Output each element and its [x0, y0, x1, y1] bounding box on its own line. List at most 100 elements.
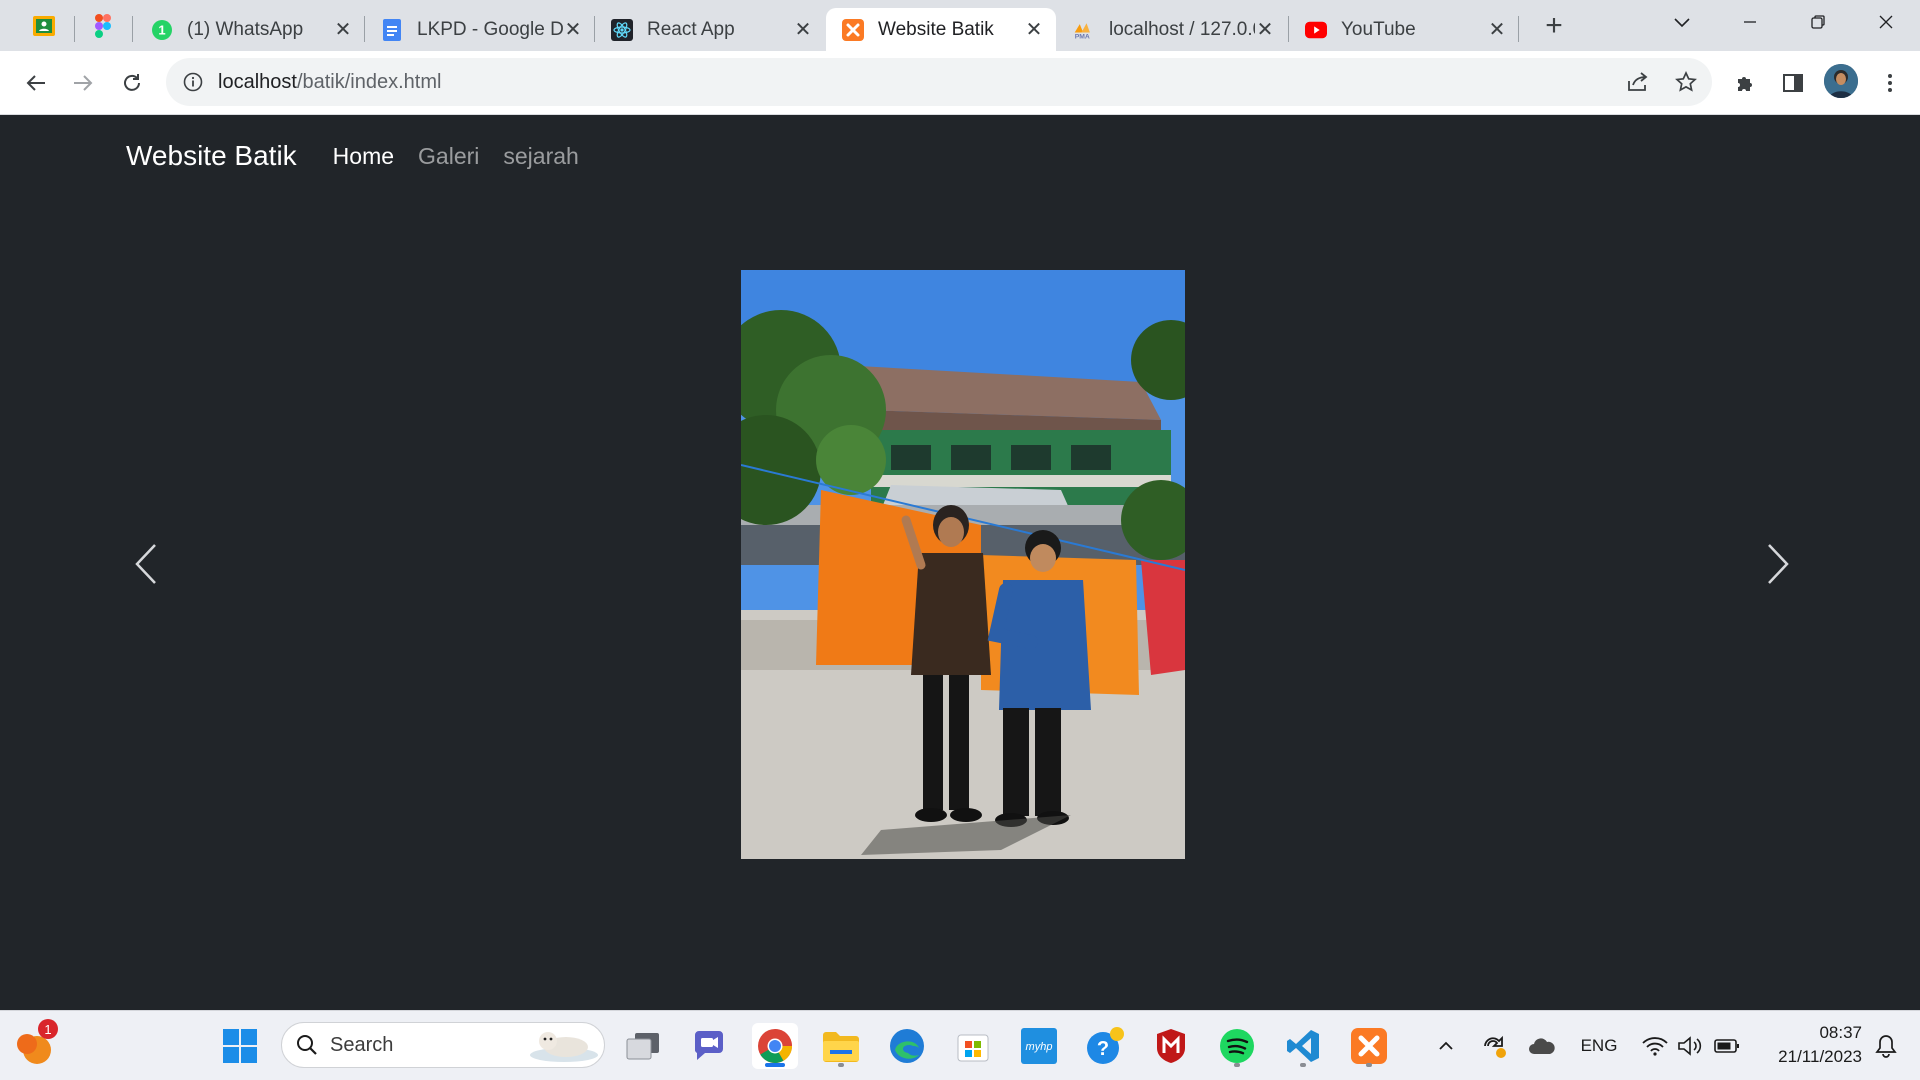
tab-phpmyadmin[interactable]: PMA localhost / 127.0.0.1 ✕ [1057, 8, 1287, 51]
carousel-prev-button[interactable] [116, 524, 176, 604]
minimize-icon [1744, 21, 1756, 23]
close-tab-icon[interactable]: ✕ [333, 19, 353, 41]
close-tab-icon[interactable]: ✕ [793, 19, 813, 41]
close-tab-icon[interactable]: ✕ [563, 19, 583, 41]
browser-toolbar: localhost/batik/index.html [0, 51, 1920, 115]
tab-title: LKPD - Google Docs [417, 18, 563, 40]
battery-button[interactable] [1712, 1029, 1742, 1063]
taskbar-vscode[interactable] [1280, 1023, 1326, 1069]
new-tab-button[interactable]: + [1538, 9, 1570, 42]
close-tab-icon[interactable]: ✕ [1487, 19, 1507, 41]
share-button[interactable] [1624, 68, 1652, 96]
carousel-next-button[interactable] [1748, 524, 1808, 604]
taskbar-myhp[interactable]: myhp [1016, 1023, 1062, 1069]
search-highlight-seal-icon [530, 1032, 598, 1062]
edge-icon [890, 1029, 924, 1063]
pinned-tab-figma[interactable] [80, 8, 126, 44]
start-button[interactable] [217, 1023, 263, 1069]
taskbar-mcafee[interactable] [1148, 1023, 1194, 1069]
tab-website-batik[interactable]: Website Batik ✕ [826, 8, 1056, 51]
minimize-button[interactable] [1728, 6, 1772, 38]
language-indicator[interactable]: ENG [1576, 1029, 1622, 1063]
tab-whatsapp[interactable]: 1 (1) WhatsApp ✕ [135, 8, 365, 51]
tab-react-app[interactable]: React App ✕ [595, 8, 825, 51]
tab-youtube[interactable]: YouTube ✕ [1289, 8, 1519, 51]
star-icon [1675, 71, 1697, 92]
taskbar-get-help[interactable]: ? [1082, 1023, 1128, 1069]
tab-search-button[interactable] [1660, 6, 1704, 38]
back-button[interactable] [18, 65, 54, 101]
xampp-icon [1351, 1028, 1387, 1064]
side-panel-button[interactable] [1775, 65, 1811, 101]
google-classroom-icon [33, 16, 55, 36]
task-view-button[interactable] [620, 1023, 666, 1069]
svg-text:myhp: myhp [1026, 1041, 1053, 1053]
close-tab-icon[interactable]: ✕ [1255, 19, 1275, 41]
tab-lkpd-google-docs[interactable]: LKPD - Google Docs ✕ [365, 8, 595, 51]
onedrive-button[interactable] [1526, 1029, 1558, 1063]
extensions-button[interactable] [1728, 65, 1764, 101]
taskbar-clock[interactable]: 08:37 21/11/2023 [1752, 1021, 1862, 1069]
carousel-slide-image [741, 270, 1185, 859]
weather-widget[interactable]: 1 [12, 1019, 58, 1069]
store-icon [957, 1034, 989, 1062]
google-docs-icon [381, 18, 403, 41]
url-path: /batik/index.html [296, 70, 442, 93]
profile-avatar[interactable] [1824, 64, 1858, 98]
help-icon: ? [1087, 1027, 1124, 1064]
taskbar-spotify[interactable] [1214, 1023, 1260, 1069]
navbar-brand[interactable]: Website Batik [126, 140, 297, 172]
browser-tab-strip: 1 (1) WhatsApp ✕ LKPD - Google Docs ✕ Re… [0, 0, 1920, 51]
site-info-icon[interactable] [182, 71, 204, 93]
chat-icon [694, 1031, 723, 1060]
mcafee-icon [1157, 1029, 1185, 1063]
arrow-right-icon [74, 75, 93, 91]
whatsapp-icon: 1 [151, 19, 173, 41]
windows-start-icon [223, 1029, 257, 1063]
taskbar-microsoft-store[interactable] [950, 1023, 996, 1069]
notifications-button[interactable] [1870, 1029, 1902, 1063]
browser-menu-button[interactable] [1872, 65, 1908, 101]
speaker-icon [1678, 1036, 1702, 1056]
nav-link-sejarah[interactable]: sejarah [503, 143, 578, 170]
taskbar-file-explorer[interactable] [818, 1023, 864, 1069]
bell-icon [1875, 1035, 1897, 1058]
reload-icon [124, 74, 140, 91]
share-icon [1628, 72, 1648, 91]
image-carousel [0, 270, 1920, 860]
youtube-icon [1305, 19, 1327, 41]
task-view-icon [626, 1033, 659, 1060]
network-button[interactable] [1640, 1029, 1670, 1063]
myhp-icon: myhp [1021, 1028, 1057, 1064]
forward-button[interactable] [65, 65, 101, 101]
chevron-right-icon [1768, 544, 1789, 584]
volume-button[interactable] [1676, 1029, 1706, 1063]
wifi-icon [1642, 1037, 1668, 1056]
side-panel-icon [1783, 74, 1803, 92]
url-host: localhost [218, 70, 297, 93]
reload-button[interactable] [114, 65, 150, 101]
show-hidden-icons-button[interactable] [1432, 1029, 1460, 1063]
taskbar-search[interactable]: Search [281, 1022, 605, 1068]
sync-status-button[interactable] [1478, 1029, 1510, 1063]
teams-chat-button[interactable] [686, 1023, 732, 1069]
pinned-tab-classroom[interactable] [21, 8, 67, 44]
tab-title: localhost / 127.0.0.1 [1109, 18, 1255, 40]
taskbar-chrome[interactable] [752, 1023, 798, 1069]
taskbar-edge[interactable] [884, 1023, 930, 1069]
taskbar-xampp[interactable] [1346, 1023, 1392, 1069]
nav-link-galeri[interactable]: Galeri [418, 143, 479, 170]
chevron-down-icon [1674, 18, 1690, 28]
site-navbar: Website Batik Home Galeri sejarah [126, 140, 603, 172]
nav-link-home[interactable]: Home [333, 143, 394, 170]
close-tab-icon[interactable]: ✕ [1024, 19, 1044, 41]
folder-icon [823, 1032, 859, 1062]
restore-button[interactable] [1796, 6, 1840, 38]
close-window-button[interactable] [1864, 6, 1908, 38]
chrome-icon [758, 1029, 792, 1063]
address-bar[interactable]: localhost/batik/index.html [166, 58, 1712, 106]
battery-icon [1714, 1039, 1739, 1053]
restore-icon [1811, 15, 1825, 29]
sync-icon [1484, 1035, 1506, 1058]
bookmark-button[interactable] [1672, 68, 1700, 96]
